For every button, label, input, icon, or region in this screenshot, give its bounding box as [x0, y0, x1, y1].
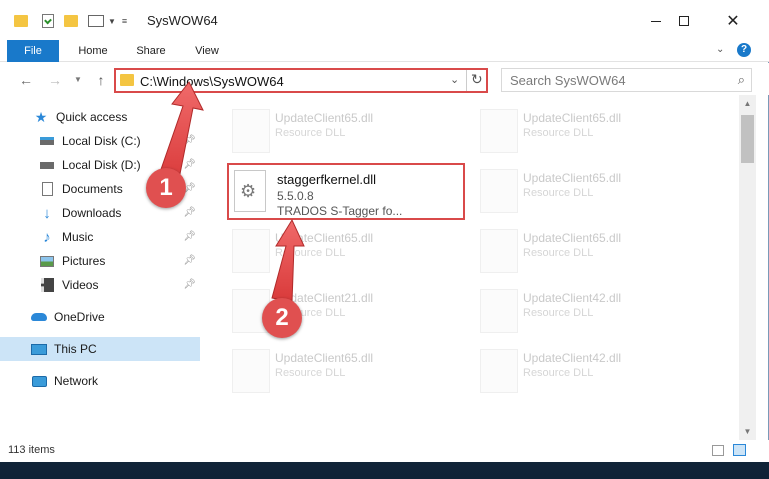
tab-file[interactable]: File — [7, 40, 59, 62]
up-arrow-icon: ↑ — [97, 72, 105, 88]
forward-button[interactable]: → — [46, 71, 64, 89]
pin-icon: 📌︎ — [183, 255, 196, 266]
recent-locations-button[interactable]: ▼ — [69, 71, 87, 89]
new-folder-icon[interactable] — [64, 15, 78, 27]
pin-icon: 📌︎ — [183, 231, 196, 242]
navigation-pane: ★ Quick access Local Disk (C:) 📌︎ Local … — [0, 95, 205, 440]
title-bar: ▼ ≡ SysWOW64 ✕ — [0, 0, 769, 40]
toolbar-overflow-icon[interactable]: ≡ — [122, 16, 127, 26]
refresh-icon[interactable]: ↻ — [471, 71, 483, 88]
help-icon[interactable]: ? — [737, 43, 751, 57]
file-item[interactable]: UpdateClient21.dll Resource DLL — [227, 285, 457, 337]
pictures-icon — [38, 253, 56, 269]
chevron-down-icon: ▼ — [74, 75, 82, 84]
scroll-thumb[interactable] — [741, 115, 754, 163]
download-icon: ↓ — [43, 204, 51, 222]
computer-icon — [30, 341, 48, 357]
dll-gear-icon: ⚙ — [234, 170, 266, 212]
vertical-scrollbar[interactable]: ▲ ▼ — [739, 95, 756, 440]
close-icon: ✕ — [726, 13, 740, 30]
file-item[interactable]: UpdateClient42.dll Resource DLL — [475, 345, 705, 397]
file-item[interactable]: UpdateClient65.dll Resource DLL — [475, 105, 705, 157]
dll-file-icon — [232, 109, 270, 153]
file-name: staggerfkernel.dll — [277, 172, 376, 187]
window-title: SysWOW64 — [147, 13, 218, 28]
star-icon: ★ — [34, 108, 48, 125]
minimize-icon — [651, 20, 661, 22]
ribbon-expand-icon[interactable]: ⌄ — [716, 44, 724, 55]
file-list: UpdateClient65.dll Resource DLL UpdateCl… — [207, 95, 739, 440]
file-version: 5.5.0.8 — [277, 189, 314, 203]
close-button[interactable]: ✕ — [711, 6, 755, 36]
step-1-badge: 1 — [146, 168, 186, 208]
forward-arrow-icon: → — [48, 72, 62, 88]
cloud-icon — [30, 309, 48, 325]
sidebar-item-this-pc[interactable]: This PC — [0, 337, 200, 361]
file-item[interactable]: UpdateClient65.dll Resource DLL — [227, 225, 457, 277]
navigation-bar: ← → ▼ ↑ C:\Windows\SysWOW64 ⌄ ↻ Search S… — [0, 63, 769, 95]
search-box[interactable]: Search SysWOW64 ⌕ — [501, 68, 752, 92]
sidebar-item-network[interactable]: Network — [0, 369, 200, 393]
address-dropdown-icon[interactable]: ⌄ — [450, 73, 459, 86]
maximize-icon — [679, 16, 689, 26]
sidebar-item-local-disk-c[interactable]: Local Disk (C:) 📌︎ — [0, 129, 200, 153]
sidebar-item-music[interactable]: ♪ Music 📌︎ — [0, 225, 200, 249]
dll-file-icon — [480, 109, 518, 153]
file-item[interactable]: UpdateClient65.dll Resource DLL — [227, 105, 457, 157]
videos-icon — [38, 277, 56, 293]
file-item[interactable]: UpdateClient65.dll Resource DLL — [475, 165, 705, 217]
explorer-window: ▼ ≡ SysWOW64 ✕ File Home Share View ⌄ ? … — [0, 0, 769, 462]
large-icons-view-icon[interactable] — [733, 444, 746, 456]
scroll-up-icon[interactable]: ▲ — [739, 95, 756, 112]
sidebar-item-onedrive[interactable]: OneDrive — [0, 305, 200, 329]
music-icon: ♪ — [43, 228, 51, 246]
documents-icon — [38, 181, 56, 197]
sidebar-item-pictures[interactable]: Pictures 📌︎ — [0, 249, 200, 273]
item-count: 113 items — [8, 444, 55, 456]
sidebar-item-videos[interactable]: Videos 📌︎ — [0, 273, 200, 297]
address-divider — [466, 70, 467, 91]
tab-share[interactable]: Share — [128, 40, 174, 62]
file-item[interactable]: UpdateClient65.dll Resource DLL — [227, 345, 457, 397]
ribbon-tabs: File Home Share View ⌄ ? — [0, 40, 769, 62]
pin-icon: 📌︎ — [183, 159, 196, 170]
sidebar-item-quick-access[interactable]: ★ Quick access — [0, 105, 200, 129]
maximize-button[interactable] — [662, 6, 706, 36]
address-bar[interactable]: C:\Windows\SysWOW64 ⌄ ↻ — [114, 68, 488, 93]
dll-file-icon — [480, 289, 518, 333]
status-bar: 113 items — [0, 440, 769, 462]
tab-view[interactable]: View — [184, 40, 230, 62]
pin-icon: 📌︎ — [183, 279, 196, 290]
drive-icon — [38, 157, 56, 173]
file-item[interactable]: UpdateClient65.dll Resource DLL — [475, 225, 705, 277]
file-item[interactable]: UpdateClient42.dll Resource DLL — [475, 285, 705, 337]
details-view-icon[interactable] — [712, 445, 724, 456]
pin-icon: 📌︎ — [183, 135, 196, 146]
dropdown-arrow-icon[interactable]: ▼ — [108, 17, 116, 26]
dll-file-icon — [232, 349, 270, 393]
dll-file-icon — [480, 169, 518, 213]
network-icon — [30, 373, 48, 389]
up-button[interactable]: ↑ — [92, 71, 110, 89]
back-arrow-icon: ← — [19, 72, 33, 88]
dll-file-icon — [232, 229, 270, 273]
dll-file-icon — [480, 349, 518, 393]
highlighted-file-item[interactable]: ⚙ staggerfkernel.dll 5.5.0.8 TRADOS S-Ta… — [227, 163, 465, 220]
dll-file-icon — [480, 229, 518, 273]
pin-icon: 📌︎ — [183, 207, 196, 218]
address-path: C:\Windows\SysWOW64 — [140, 74, 284, 89]
drive-icon — [38, 133, 56, 149]
search-placeholder: Search SysWOW64 — [510, 73, 626, 88]
file-description: TRADOS S-Tagger fo... — [277, 204, 403, 218]
tab-home[interactable]: Home — [70, 40, 116, 62]
customize-icon[interactable] — [88, 15, 104, 27]
back-button[interactable]: ← — [17, 71, 35, 89]
step-2-badge: 2 — [262, 298, 302, 338]
folder-icon — [120, 74, 134, 86]
search-icon: ⌕ — [737, 72, 745, 87]
properties-icon[interactable] — [42, 14, 54, 28]
quick-access-toolbar: ▼ ≡ — [14, 11, 127, 31]
folder-icon[interactable] — [14, 15, 28, 27]
scroll-down-icon[interactable]: ▼ — [739, 423, 756, 440]
